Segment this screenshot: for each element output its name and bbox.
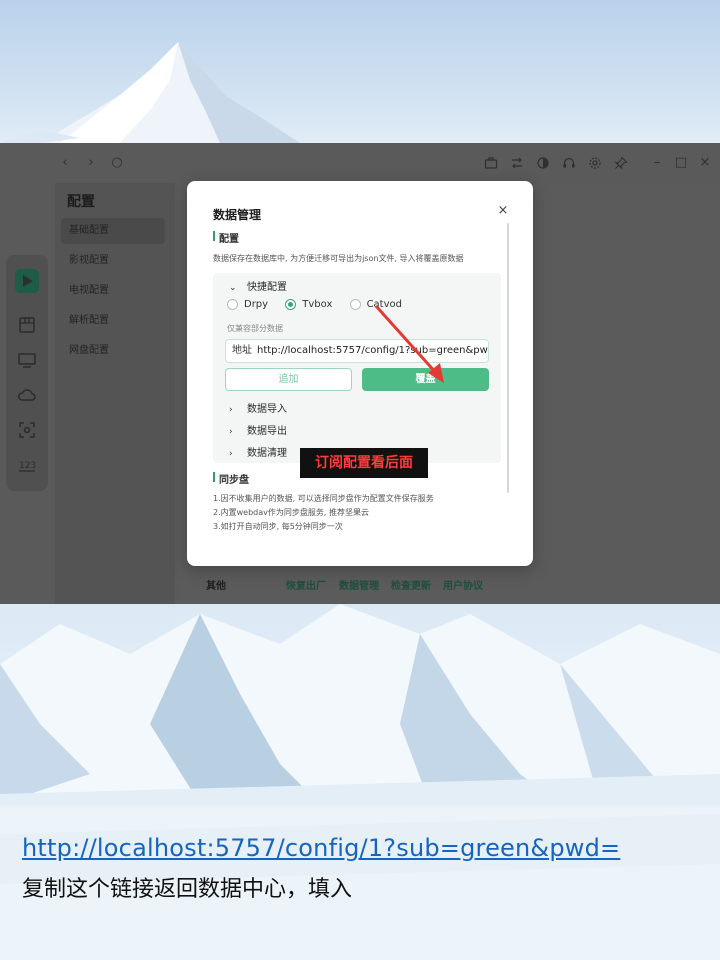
check-update-link[interactable]: 检查更新 <box>391 577 431 592</box>
quick-config-label: 快捷配置 <box>247 282 287 293</box>
theme-icon[interactable] <box>534 154 552 172</box>
overwrite-button[interactable]: 覆盖 <box>362 368 489 391</box>
config-description: 数据保存在数据库中, 为方便迁移可导出为json文件, 导入将覆盖原数据 <box>213 254 464 263</box>
settings-nav: 配置 基础配置 影视配置 电视配置 解析配置 网盘配置 <box>55 183 175 604</box>
background-sky <box>0 0 720 143</box>
close-window-icon[interactable]: × <box>696 154 714 172</box>
headset-icon[interactable] <box>560 154 578 172</box>
radio-catvod-label[interactable]: Catvod <box>367 299 402 310</box>
quick-config-toggle[interactable]: ⌄ 快捷配置 <box>229 278 287 293</box>
data-export-toggle[interactable]: › 数据导出 <box>229 422 287 437</box>
svg-text:123: 123 <box>19 461 36 471</box>
chevron-right-icon: › <box>229 427 233 437</box>
data-import-toggle[interactable]: › 数据导入 <box>229 400 287 415</box>
reset-link[interactable]: 恢复出厂 <box>286 577 326 592</box>
back-icon[interactable]: ‹ <box>56 154 74 172</box>
maximize-icon[interactable]: □ <box>672 154 690 172</box>
pin-icon[interactable] <box>612 154 630 172</box>
url-value[interactable]: http://localhost:5757/config/1?sub=green… <box>257 340 488 362</box>
refresh-icon[interactable]: ○ <box>108 154 126 172</box>
sync-item: 2.内置webdav作为同步盘服务, 推荐坚果云 <box>213 508 369 517</box>
numbers-icon[interactable]: 123 <box>17 455 37 475</box>
data-export-label: 数据导出 <box>247 426 287 437</box>
radio-tvbox-label[interactable]: Tvbox <box>302 299 332 310</box>
mountain-peak-image <box>0 42 300 143</box>
forward-icon[interactable]: › <box>82 154 100 172</box>
nav-item-netdisk[interactable]: 网盘配置 <box>61 338 165 364</box>
sync-item: 1.因不收集用户的数据, 可以选择同步盘作为配置文件保存服务 <box>213 494 434 503</box>
sync-item: 3.如打开自动同步, 每5分钟同步一次 <box>213 522 343 531</box>
dialog-title: 数据管理 <box>213 208 262 222</box>
nav-item-tv[interactable]: 电视配置 <box>61 278 165 304</box>
chevron-right-icon: › <box>229 405 233 415</box>
url-input[interactable]: 地址 http://localhost:5757/config/1?sub=gr… <box>225 339 489 363</box>
chevron-down-icon: ⌄ <box>229 283 237 293</box>
left-toolbar: 123 <box>6 255 48 491</box>
url-label: 地址 <box>232 345 252 356</box>
nav-item-parse[interactable]: 解析配置 <box>61 308 165 334</box>
radio-tvbox[interactable] <box>285 299 297 310</box>
footer-label-other: 其他 <box>206 581 226 592</box>
source-type-radios: Drpy Tvbox Catvod <box>227 299 416 313</box>
radio-drpy-label[interactable]: Drpy <box>244 299 268 310</box>
close-icon[interactable]: × <box>496 204 510 218</box>
titlebar: ‹ › ○ – □ × <box>0 143 720 183</box>
data-management-dialog: 数据管理 × 配置 数据保存在数据库中, 为方便迁移可导出为json文件, 导入… <box>187 181 533 566</box>
sync-heading: 同步盘 <box>213 471 249 486</box>
data-manage-link[interactable]: 数据管理 <box>339 577 379 592</box>
nav-item-basic[interactable]: 基础配置 <box>61 218 165 244</box>
config-heading: 配置 <box>213 230 239 245</box>
cloud-icon[interactable] <box>17 385 37 405</box>
dialog-scrollbar[interactable] <box>507 223 509 493</box>
gear-icon[interactable] <box>586 154 604 172</box>
film-icon[interactable] <box>17 315 37 335</box>
config-url-link[interactable]: http://localhost:5757/config/1?sub=green… <box>22 834 620 862</box>
user-agreement-link[interactable]: 用户协议 <box>443 577 483 592</box>
radio-catvod[interactable] <box>349 299 361 310</box>
annotation-label: 订阅配置看后面 <box>300 448 428 478</box>
append-button[interactable]: 追加 <box>225 368 352 391</box>
nav-title: 配置 <box>67 194 95 210</box>
caption-instruction: 复制这个链接返回数据中心，填入 <box>22 877 353 902</box>
config-panel: ⌄ 快捷配置 Drpy Tvbox Catvod 仅兼容部分数据 地址 http:… <box>213 273 501 463</box>
compat-hint: 仅兼容部分数据 <box>227 324 283 333</box>
transfer-icon[interactable] <box>508 154 526 172</box>
tv-icon[interactable] <box>17 350 37 370</box>
app-logo-icon[interactable] <box>15 269 39 293</box>
data-clear-toggle[interactable]: › 数据清理 <box>229 444 287 459</box>
chevron-right-icon: › <box>229 449 233 459</box>
radio-drpy[interactable] <box>227 299 238 310</box>
minimize-icon[interactable]: – <box>648 154 666 172</box>
scan-icon[interactable] <box>17 420 37 440</box>
nav-item-film[interactable]: 影视配置 <box>61 248 165 274</box>
data-clear-label: 数据清理 <box>247 448 287 459</box>
briefcase-icon[interactable] <box>482 154 500 172</box>
data-import-label: 数据导入 <box>247 404 287 415</box>
